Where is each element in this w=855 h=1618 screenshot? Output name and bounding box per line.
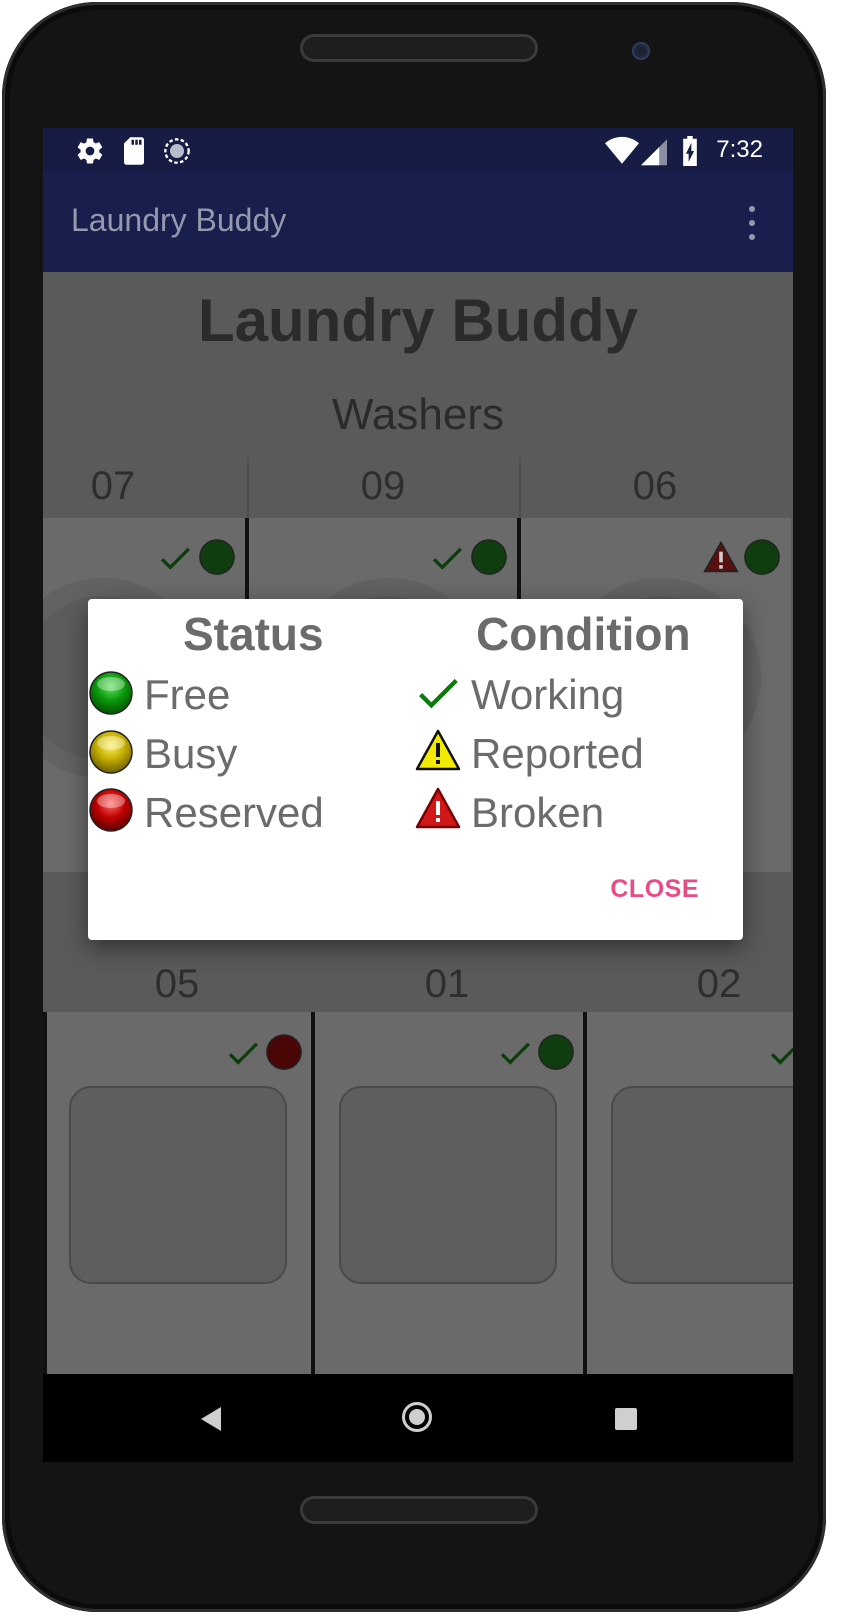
warning-red-icon [703, 540, 739, 573]
app-title: Laundry Buddy [71, 202, 287, 238]
wifi-icon [605, 136, 639, 164]
back-icon[interactable] [201, 1407, 221, 1431]
condition-reported-label: Reported [471, 730, 644, 777]
dryer-door [69, 1086, 287, 1284]
status-free-indicator [89, 671, 133, 715]
check-icon [419, 678, 458, 709]
dryer-label: 05 [154, 962, 200, 1006]
column-divider [247, 458, 249, 518]
close-button[interactable]: CLOSE [610, 875, 699, 904]
signal-icon [641, 139, 667, 166]
status-free-indicator [538, 1034, 574, 1070]
status-reserved-label: Reserved [144, 789, 324, 836]
dryer-door [339, 1086, 557, 1284]
check-icon [770, 1047, 793, 1065]
settings-icon [77, 138, 103, 164]
column-divider [519, 458, 521, 518]
check-icon [432, 547, 462, 570]
front-camera [632, 42, 650, 60]
dryer-label: 01 [424, 962, 470, 1006]
status-free-indicator [199, 539, 235, 575]
status-busy-indicator [89, 730, 133, 774]
dryer-door [611, 1086, 793, 1284]
washer-label: 06 [632, 464, 678, 508]
status-reserved-indicator [89, 788, 133, 832]
status-bar: 7:32 [43, 128, 793, 172]
warning-red-icon [415, 787, 461, 829]
bottom-speaker [300, 1496, 538, 1524]
home-icon[interactable] [402, 1402, 432, 1432]
status-reserved-indicator [266, 1034, 302, 1070]
status-free-indicator [471, 539, 507, 575]
page-title: Laundry Buddy [197, 287, 638, 354]
recents-icon[interactable] [615, 1408, 637, 1430]
navigation-bar [43, 1374, 793, 1462]
battery-charging-icon [683, 136, 697, 166]
earpiece-speaker [300, 34, 538, 62]
status-heading: Status [183, 608, 324, 660]
app-bar: Laundry Buddy [43, 172, 793, 272]
condition-heading: Condition [476, 608, 691, 660]
washer-label: 09 [360, 464, 406, 508]
status-busy-label: Busy [144, 730, 238, 777]
sync-icon [164, 138, 190, 164]
sd-card-icon [124, 137, 144, 165]
dryer-label: 02 [696, 962, 742, 1006]
condition-broken-label: Broken [471, 789, 605, 836]
warning-yellow-icon [415, 729, 461, 771]
section-title-washers: Washers [332, 390, 504, 439]
washer-label: 07 [90, 464, 136, 508]
check-icon [160, 547, 190, 570]
status-free-indicator [744, 539, 780, 575]
status-free-label: Free [144, 671, 231, 718]
legend-dialog: Status Condition Free Busy Reserved Work… [88, 599, 743, 940]
check-icon [228, 1042, 258, 1065]
clock: 7:32 [716, 136, 763, 163]
check-icon [500, 1042, 530, 1065]
dryer-card[interactable] [583, 1012, 793, 1374]
more-vert-icon[interactable] [747, 206, 757, 242]
condition-working-label: Working [471, 671, 625, 718]
